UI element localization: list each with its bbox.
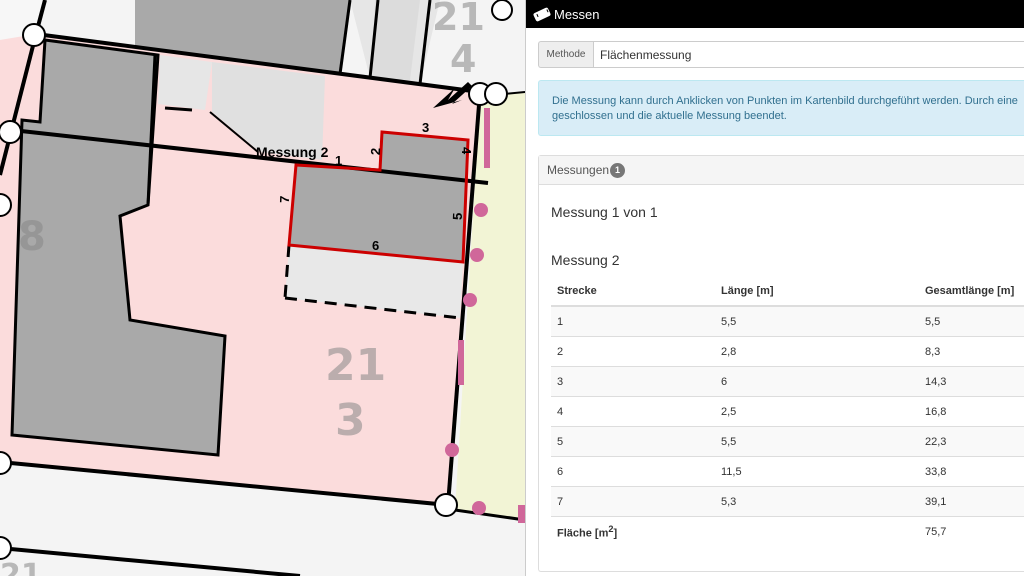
info-line-1: Die Messung kann durch Anklicken von Pun… (552, 95, 1018, 107)
segment-label-4: 4 (459, 147, 474, 155)
parcel-number-main-top: 21 (325, 340, 386, 391)
segment-label-7: 7 (277, 195, 292, 203)
cell-length: 5,5 (715, 426, 919, 457)
table-row: 7 5,3 39,1 (551, 486, 1024, 517)
cell-total: 16,8 (919, 396, 1024, 427)
table-row: 4 2,5 16,8 (551, 396, 1024, 427)
cell-segment: 1 (551, 305, 715, 337)
column-header-length: Länge [m] (715, 276, 919, 307)
area-label: Fläche [m2] (551, 516, 715, 546)
measurement-label: Messung 2 (256, 144, 329, 160)
cell-total: 33,8 (919, 456, 1024, 487)
measurements-header[interactable]: Messungen 1 (539, 156, 1024, 185)
cell-segment: 6 (551, 456, 715, 487)
parcel-number-left: 8 (18, 214, 46, 260)
table-row: 6 11,5 33,8 (551, 456, 1024, 487)
method-label: Methode (538, 41, 593, 68)
segment-label-6: 6 (372, 238, 379, 253)
ruler-icon (532, 6, 552, 22)
info-line-2: geschlossen und die aktuelle Messung bee… (552, 110, 787, 122)
column-header-segment: Strecke (551, 276, 715, 307)
table-row: 1 5,5 5,5 (551, 305, 1024, 337)
panel-title: Messen (554, 6, 600, 22)
segment-label-3: 3 (422, 120, 429, 135)
cell-length: 11,5 (715, 456, 919, 487)
measurements-box: Messungen 1 Messung 1 von 1 Messung 2 St… (538, 155, 1024, 572)
segment-label-1: 1 (335, 153, 342, 168)
table-row: 2 2,8 8,3 (551, 336, 1024, 367)
cell-total: 8,3 (919, 336, 1024, 367)
measurement-count-title: Messung 1 von 1 (551, 204, 658, 220)
parcel-number-main-bottom: 3 (335, 395, 366, 446)
cell-length: 6 (715, 366, 919, 397)
cell-length: 2,5 (715, 396, 919, 427)
parcel-number-top-right-top: 21 (432, 0, 485, 39)
cell-total: 5,5 (919, 305, 1024, 337)
cell-length: 2,8 (715, 336, 919, 367)
cell-segment: 5 (551, 426, 715, 457)
cell-total: 39,1 (919, 486, 1024, 517)
method-select[interactable]: Flächenmessung (593, 41, 1024, 68)
cell-segment: 4 (551, 396, 715, 427)
measurement-table: Strecke Länge [m] Gesamtlänge [m] 1 5,5 … (551, 276, 1024, 546)
method-row: Methode Flächenmessung (538, 41, 1024, 68)
segment-label-2: 2 (368, 148, 383, 156)
column-header-total: Gesamtlänge [m] (919, 276, 1024, 307)
area-row: Fläche [m2] 75,7 (551, 516, 1024, 546)
measurement-title: Messung 2 (551, 252, 620, 268)
cell-total: 14,3 (919, 366, 1024, 397)
table-row: 5 5,5 22,3 (551, 426, 1024, 457)
cell-segment: 2 (551, 336, 715, 367)
measure-panel: Messen Methode Flächenmessung Die Messun… (525, 0, 1024, 576)
area-empty-cell (715, 516, 919, 546)
segment-label-5: 5 (450, 212, 465, 220)
cell-length: 5,3 (715, 486, 919, 517)
parcel-number-bottom-left: 21 (0, 558, 42, 576)
map-view[interactable]: 21 3 21 4 8 21 Messung 2 1 2 3 4 5 6 7 (0, 0, 525, 576)
info-alert: Die Messung kann durch Anklicken von Pun… (538, 80, 1024, 136)
cell-length: 5,5 (715, 305, 919, 337)
cell-total: 22,3 (919, 426, 1024, 457)
measurements-count-badge: 1 (610, 162, 626, 178)
parcel-number-top-right-bottom: 4 (450, 37, 476, 81)
table-row: 3 6 14,3 (551, 366, 1024, 397)
panel-titlebar: Messen (526, 0, 1024, 28)
area-value: 75,7 (919, 516, 1024, 546)
measurements-header-label: Messungen (547, 163, 610, 177)
cell-segment: 7 (551, 486, 715, 517)
cell-segment: 3 (551, 366, 715, 397)
